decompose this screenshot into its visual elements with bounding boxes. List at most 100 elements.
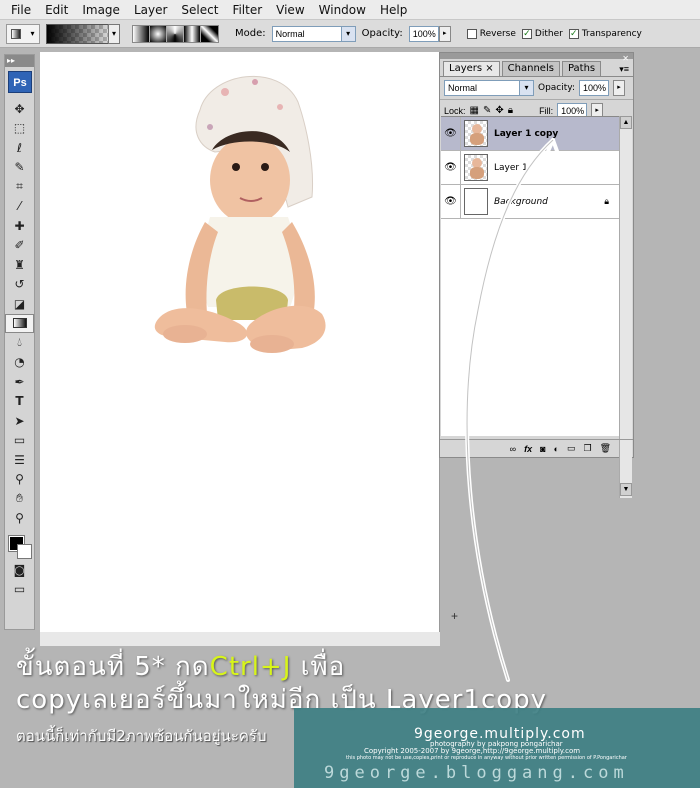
eye-icon[interactable]: 👁︎: [441, 184, 461, 219]
checkbox-box: [466, 28, 477, 39]
gradient-picker[interactable]: ▾: [46, 23, 120, 44]
caption-line-3: ตอนนี้ก็เท่ากับมี2ภาพซ้อนกันอยู่นะครับ: [16, 727, 267, 745]
menu-help[interactable]: Help: [373, 3, 414, 17]
new-layer-icon[interactable]: ❐: [583, 443, 591, 454]
fx-icon[interactable]: fx: [524, 444, 532, 454]
stamp-icon[interactable]: ♜: [5, 255, 34, 275]
menu-file[interactable]: File: [4, 3, 38, 17]
crop-icon[interactable]: ⌗: [5, 177, 34, 197]
gradient-tool-icon: [11, 28, 22, 39]
layer-row-layer-1-copy[interactable]: 👁︎ Layer 1 copy: [441, 116, 621, 151]
watermark-copyright: Copyright 2005-2007 by 9george,http://9g…: [364, 747, 581, 755]
background-color[interactable]: [17, 544, 32, 559]
blend-mode-select[interactable]: Normal ▾: [444, 80, 534, 96]
dodge-icon[interactable]: ◔: [5, 353, 34, 373]
menu-image[interactable]: Image: [75, 3, 127, 17]
crosshair-cursor-icon: +: [451, 609, 459, 623]
lock-position-icon[interactable]: ✥: [495, 105, 503, 116]
menu-window[interactable]: Window: [312, 3, 373, 17]
menu-edit[interactable]: Edit: [38, 3, 75, 17]
mode-value: Normal: [275, 28, 305, 39]
layer-thumbnail: [464, 154, 488, 181]
document-canvas[interactable]: [40, 52, 440, 634]
trash-icon[interactable]: 🗑︎: [600, 443, 611, 454]
close-icon[interactable]: ✕: [622, 54, 629, 63]
chevron-down-icon: ▾: [519, 81, 533, 95]
shape-icon[interactable]: ▭: [5, 431, 34, 451]
tab-layers[interactable]: Layers ×: [443, 61, 500, 76]
new-group-icon[interactable]: ▭: [567, 443, 576, 454]
opacity-slider-toggle[interactable]: ▸: [438, 25, 451, 42]
baby-photo: [154, 75, 326, 353]
check-icon: ✓: [568, 28, 579, 39]
mode-label: Mode:: [235, 28, 266, 39]
hand-icon[interactable]: ✋︎: [5, 489, 34, 509]
eraser-icon[interactable]: ◪: [5, 294, 34, 314]
radial-gradient-button[interactable]: [150, 25, 167, 42]
eye-icon[interactable]: 👁︎: [441, 116, 461, 151]
brush-icon[interactable]: ✐: [5, 236, 34, 256]
marquee-icon[interactable]: ⬚: [5, 119, 34, 139]
healing-icon[interactable]: ✚: [5, 216, 34, 236]
add-mask-icon[interactable]: ◙: [540, 444, 545, 454]
eye-icon[interactable]: 👁︎: [441, 150, 461, 185]
opacity-slider-toggle[interactable]: ▸: [613, 80, 625, 96]
gradient-icon[interactable]: [5, 313, 34, 333]
scroll-down-icon[interactable]: ▼: [620, 483, 632, 496]
screen-mode-icon[interactable]: ▭: [5, 580, 34, 600]
close-icon[interactable]: ×: [485, 63, 493, 74]
lock-transparent-icon[interactable]: ▦: [470, 105, 479, 116]
scroll-up-icon[interactable]: ▲: [620, 116, 632, 129]
history-brush-icon[interactable]: ↺: [5, 275, 34, 295]
caption-text: ขั้นตอนที่ 5* กด: [16, 652, 210, 682]
linear-gradient-button[interactable]: [133, 25, 150, 42]
chevron-down-icon[interactable]: ▾: [108, 23, 120, 44]
tab-label: Layers: [449, 63, 483, 74]
tab-paths[interactable]: Paths: [561, 61, 602, 76]
toolbox-grip[interactable]: ▸▸: [5, 55, 34, 67]
blur-icon[interactable]: 💧︎: [5, 333, 34, 353]
panel-titlebar[interactable]: [440, 53, 633, 59]
transparency-checkbox[interactable]: ✓ Transparency: [568, 28, 642, 39]
slice-icon[interactable]: ⁄: [5, 197, 34, 217]
path-select-icon[interactable]: ➤: [5, 411, 34, 431]
quick-mask-icon[interactable]: ◙: [5, 560, 34, 580]
opacity-input[interactable]: 100%: [408, 25, 439, 42]
type-icon[interactable]: T: [5, 392, 34, 412]
notes-icon[interactable]: ☰: [5, 450, 34, 470]
shortcut-highlight: Ctrl+J: [209, 652, 292, 682]
lock-pixels-icon[interactable]: ✎: [483, 105, 491, 116]
opacity-label: Opacity:: [361, 28, 403, 39]
reflected-gradient-button[interactable]: [184, 25, 201, 42]
panel-menu-icon[interactable]: ▾≡: [619, 64, 629, 75]
menu-view[interactable]: View: [269, 3, 311, 17]
lock-label: Lock:: [444, 105, 466, 116]
reverse-label: Reverse: [479, 28, 516, 39]
check-icon: ✓: [521, 28, 532, 39]
mode-select[interactable]: Normal ▾: [271, 25, 356, 42]
ps-logo[interactable]: Ps: [8, 71, 32, 93]
pen-icon[interactable]: ✒: [5, 372, 34, 392]
angle-gradient-button[interactable]: [167, 25, 184, 42]
adjustment-layer-icon[interactable]: ◐: [554, 444, 559, 454]
lasso-icon[interactable]: ℓ: [5, 138, 34, 158]
zoom-icon[interactable]: ⚲: [5, 509, 34, 529]
lock-all-icon[interactable]: 🔒︎: [508, 105, 513, 116]
transparency-label: Transparency: [581, 28, 642, 39]
eyedropper-icon[interactable]: ⚲: [5, 470, 34, 490]
layer-opacity-input[interactable]: 100%: [579, 80, 609, 96]
tool-preset-picker[interactable]: ▾: [6, 23, 40, 44]
quick-select-icon[interactable]: ✎: [5, 158, 34, 178]
dither-checkbox[interactable]: ✓ Dither: [521, 28, 563, 39]
tab-channels[interactable]: Channels: [501, 61, 560, 76]
color-swatches: [5, 534, 34, 560]
menu-select[interactable]: Select: [174, 3, 225, 17]
link-layers-icon[interactable]: ∞: [510, 444, 516, 454]
diamond-gradient-button[interactable]: [201, 25, 218, 42]
move-icon[interactable]: ✥: [5, 99, 34, 119]
reverse-checkbox[interactable]: Reverse: [466, 28, 516, 39]
menu-filter[interactable]: Filter: [225, 3, 269, 17]
layer-row-background[interactable]: 👁︎ Background 🔒︎: [441, 184, 621, 219]
menu-layer[interactable]: Layer: [127, 3, 174, 17]
layer-row-layer-1[interactable]: 👁︎ Layer 1: [441, 150, 621, 185]
